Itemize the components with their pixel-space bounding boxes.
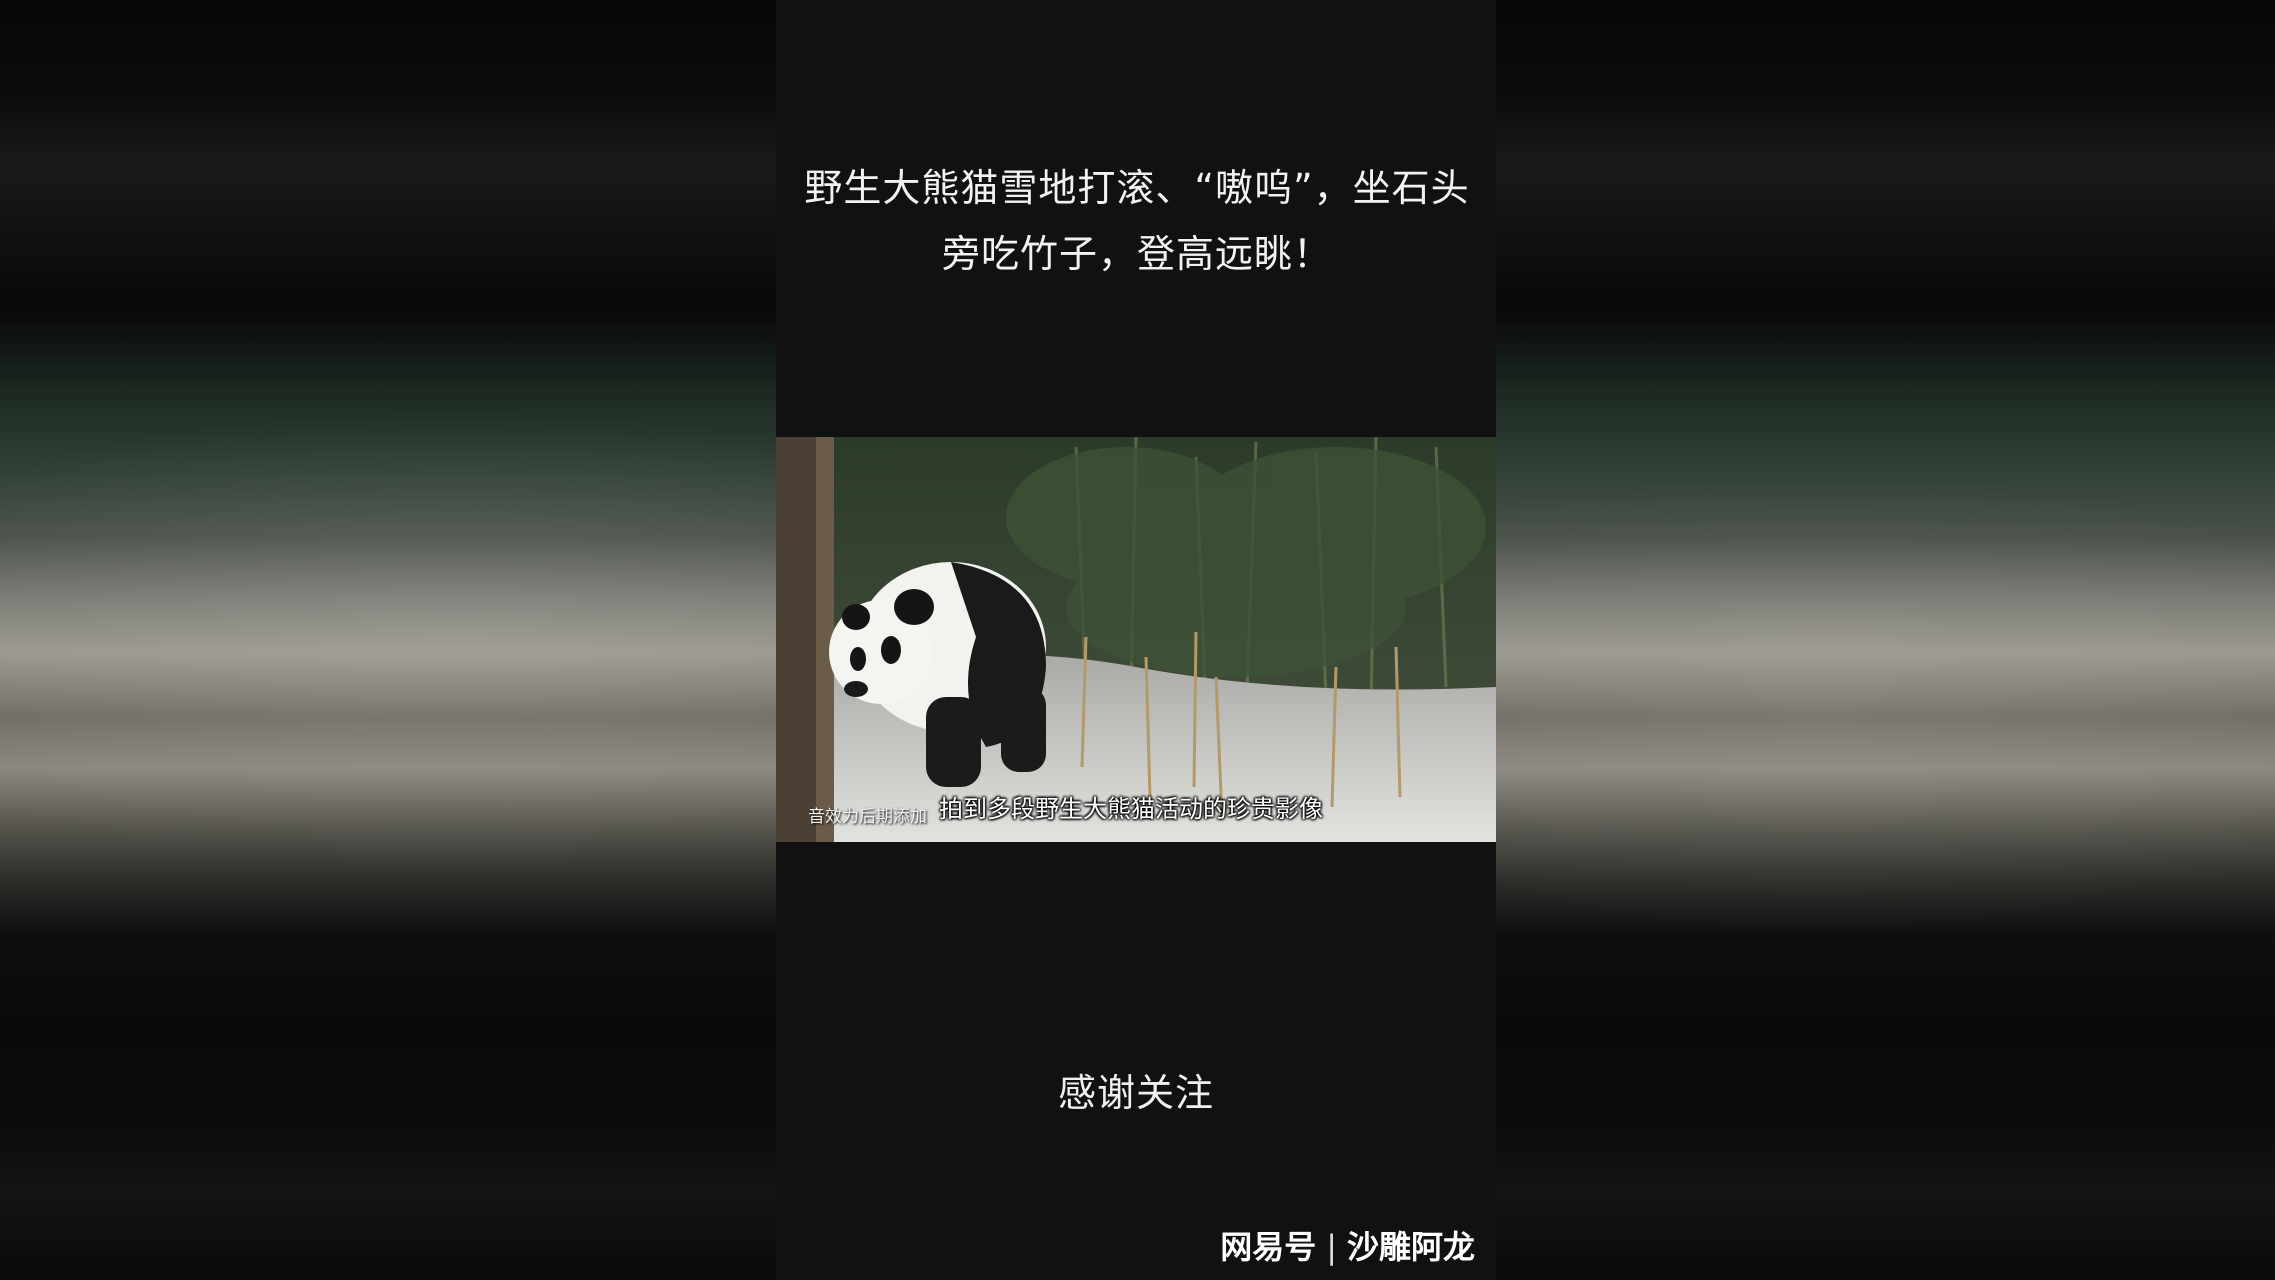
thanks-text: 感谢关注 (1057, 1071, 1214, 1115)
panda-scene-illustration (776, 437, 1496, 842)
video-subtitle: 拍到多段野生大熊猫活动的珍贵影像 (939, 795, 1323, 823)
watermark: 网易号 | 沙雕阿龙 (1220, 1222, 1475, 1268)
watermark-author: 沙雕阿龙 (1346, 1228, 1475, 1266)
sound-effect-note: 音效为后期添加 (808, 807, 927, 827)
video-frame[interactable]: 音效为后期添加 拍到多段野生大熊猫活动的珍贵影像 (776, 437, 1496, 842)
watermark-separator: | (1326, 1228, 1337, 1266)
page-title: 野生大熊猫雪地打滚、“嗷呜”，坐石头旁吃竹子，登高远眺！ (804, 166, 1470, 276)
watermark-platform: 网易号 (1220, 1228, 1317, 1266)
